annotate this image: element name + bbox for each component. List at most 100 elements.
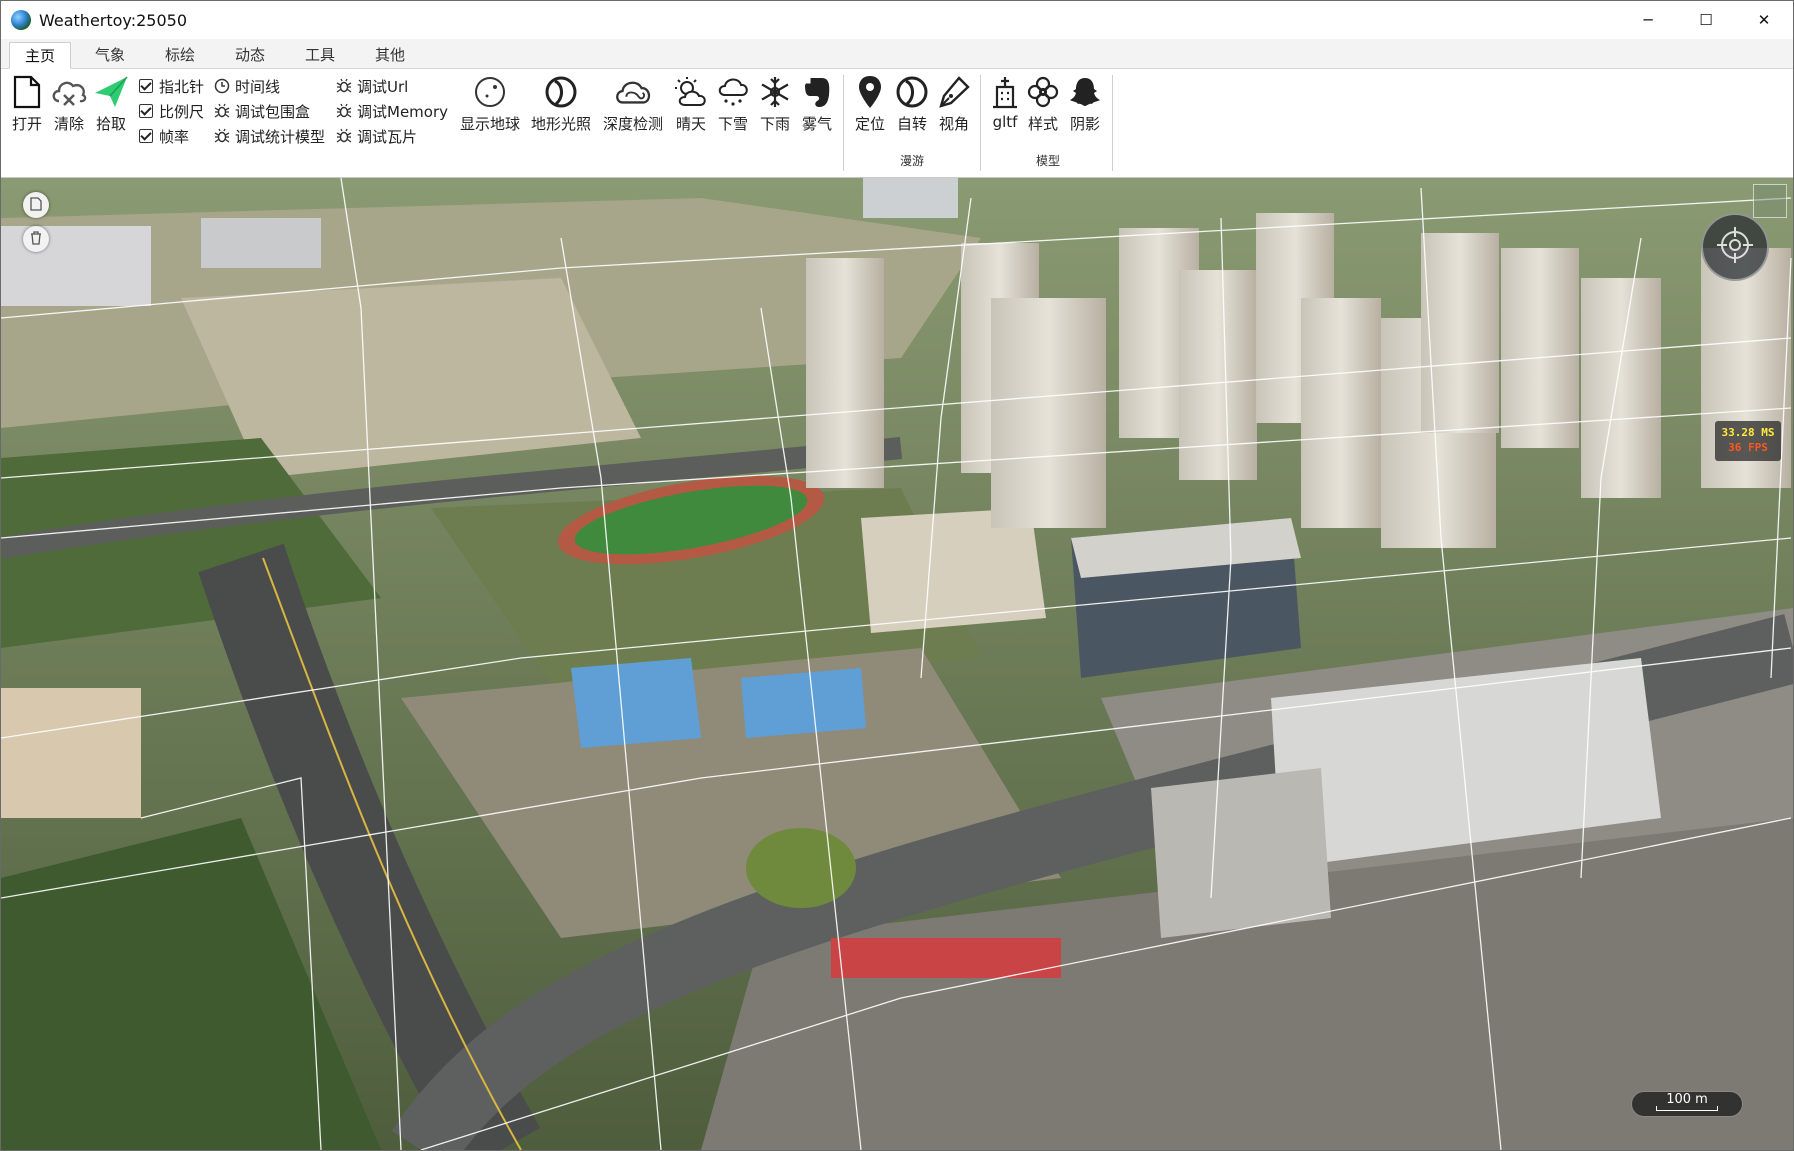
open-button[interactable]: 打开 [5,73,49,135]
snapchat-ghost-icon [1066,73,1104,111]
show-globe-label: 显示地球 [460,115,521,133]
style-label: 样式 [1027,115,1058,133]
rotate-label: 自转 [896,115,927,133]
snow-button[interactable]: 下雪 [711,73,755,135]
tab-weather[interactable]: 气象 [79,42,141,69]
clear-label: 清除 [53,115,84,133]
evernote-icon [798,73,836,111]
snowflake-icon [756,73,794,111]
debug-tiles-button[interactable]: 调试瓦片 [336,125,417,147]
fps-label: 帧率 [159,127,190,146]
close-button[interactable]: ✕ [1735,1,1793,39]
timeline-label: 时间线 [235,77,281,96]
timeline-button[interactable]: 时间线 [214,75,280,97]
window-controls: ─ ☐ ✕ [1619,1,1793,39]
depth-test-button[interactable]: 深度检测 [603,73,663,135]
compass-crosshair-icon [1715,225,1755,269]
navigation-compass[interactable] [1701,213,1769,281]
pick-button[interactable]: 拾取 [89,73,133,135]
scale-checkbox[interactable]: 比例尺 [138,100,204,122]
tab-tools[interactable]: 工具 [289,42,351,69]
map-viewport[interactable]: 33.28 MS 36 FPS 100 m [1,178,1793,1150]
bug-icon [336,103,352,119]
scale-label: 100 m [1666,1092,1708,1107]
rotate-button[interactable]: 自转 [890,73,934,135]
terrain-light-button[interactable]: 地形光照 [531,73,591,135]
compass-checkbox[interactable]: 指北针 [138,75,204,97]
view-button[interactable]: 视角 [932,73,976,135]
open-label: 打开 [11,115,42,133]
globe-logo-icon [11,10,31,30]
document-icon [30,196,42,215]
map-note-button[interactable] [23,192,49,218]
fps-checkbox[interactable]: 帧率 [138,125,189,147]
debug-memory-button[interactable]: 调试Memory [336,100,448,122]
distance-scale-bar: 100 m [1631,1091,1743,1117]
tab-other[interactable]: 其他 [359,42,421,69]
window-title: Weathertoy:25050 [39,10,188,30]
fps-value: 36 FPS [1728,441,1768,454]
fps-ms: 33.28 MS [1721,426,1775,439]
debug-tiles-label: 调试瓦片 [357,127,418,146]
checkbox-icon [138,128,154,144]
scale-ruler [1656,1106,1718,1111]
ribbon-separator [1112,75,1113,171]
ribbon-home: 打开 清除 拾取 指北针 比例尺 帧率 时间线 调试包围盒 调试统计模型 调试U… [1,69,1793,178]
terrain-light-label: 地形光照 [531,115,592,133]
map-delete-button[interactable] [23,226,49,252]
tab-plot[interactable]: 标绘 [149,42,211,69]
clock-icon [214,78,230,94]
flower-icon [1024,73,1062,111]
oblique-photography-scene [1,178,1793,1150]
debug-bbox-button[interactable]: 调试包围盒 [214,100,310,122]
debug-bbox-label: 调试包围盒 [235,102,311,121]
minimize-button[interactable]: ─ [1619,1,1677,39]
rain-button[interactable]: 下雨 [753,73,797,135]
clear-button[interactable]: 清除 [47,73,91,135]
shadow-label: 阴影 [1069,115,1100,133]
sun-cloud-icon [672,73,710,111]
map-pin-icon [851,73,889,111]
locate-button[interactable]: 定位 [848,73,892,135]
debug-stats-model-label: 调试统计模型 [235,127,326,146]
sunny-label: 晴天 [675,115,706,133]
globe-icon [471,73,509,111]
rain-label: 下雨 [759,115,790,133]
gltf-label: gltf [992,113,1018,131]
style-button[interactable]: 样式 [1021,73,1065,135]
title-bar: Weathertoy:25050 ─ ☐ ✕ [1,1,1793,39]
scale-label: 比例尺 [159,102,205,121]
trash-icon [30,230,42,249]
debug-url-label: 调试Url [357,77,409,96]
building-icon [986,73,1024,111]
debug-url-button[interactable]: 调试Url [336,75,408,97]
creative-cloud-icon [614,73,652,111]
tab-dynamic[interactable]: 动态 [219,42,281,69]
depth-test-label: 深度检测 [603,115,664,133]
ribbon-separator [843,75,844,171]
view-label: 视角 [938,115,969,133]
moon-icon [893,73,931,111]
maximize-button[interactable]: ☐ [1677,1,1735,39]
ribbon-separator [980,75,981,171]
debug-stats-model-button[interactable]: 调试统计模型 [214,125,325,147]
pen-nib-icon [935,73,973,111]
snow-label: 下雪 [717,115,748,133]
locate-label: 定位 [854,115,885,133]
fog-label: 雾气 [801,115,832,133]
fog-button[interactable]: 雾气 [795,73,839,135]
shadow-button[interactable]: 阴影 [1063,73,1107,135]
roam-group-label: 漫游 [900,154,925,168]
bug-icon [336,128,352,144]
sunny-button[interactable]: 晴天 [669,73,713,135]
map-layer-thumbnail[interactable] [1753,184,1787,218]
checkbox-icon [138,78,154,94]
moon-icon [542,73,580,111]
show-globe-button[interactable]: 显示地球 [460,73,520,135]
tab-home[interactable]: 主页 [9,42,71,69]
checkbox-icon [138,103,154,119]
bug-icon [214,103,230,119]
file-icon [8,73,46,111]
pick-label: 拾取 [95,115,126,133]
send-arrow-icon [92,73,130,111]
